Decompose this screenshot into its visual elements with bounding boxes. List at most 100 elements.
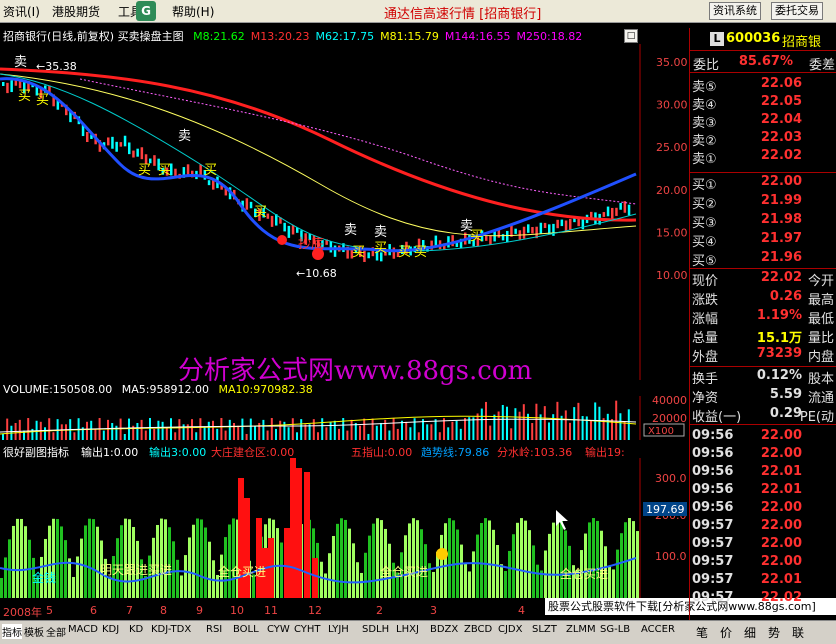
volume-bar	[329, 421, 332, 440]
candle	[548, 224, 551, 234]
volume-bar	[195, 432, 198, 440]
buy-signal: 买	[18, 89, 31, 104]
indicator-tab[interactable]: SG-LB	[600, 624, 630, 635]
quote-stat-row: 外盘 73239 内盘	[692, 346, 834, 365]
ask-row: 卖③ 22.04	[692, 112, 802, 131]
indicator-tab[interactable]: 全部	[46, 624, 66, 639]
ask-row: 卖④ 22.05	[692, 94, 802, 113]
volume-bar	[191, 419, 193, 440]
volume-bar	[52, 432, 55, 440]
bid-row: 买⑤ 21.96	[692, 250, 802, 269]
indicator-bar	[520, 518, 523, 598]
panel-tab[interactable]: 笔	[696, 624, 708, 641]
indicator-tab[interactable]: ACCER	[641, 624, 675, 635]
date-label: 11	[264, 604, 278, 617]
indicator-bar	[384, 528, 387, 598]
info-system-button[interactable]: 资讯系统	[709, 2, 761, 20]
date-label: 4	[518, 604, 525, 617]
ma-value: M144:16.55	[444, 30, 511, 43]
price-axis-label: 30.00	[656, 99, 687, 112]
indicator-tab[interactable]: ZBCD	[464, 624, 492, 635]
date-label: 5	[46, 604, 53, 617]
candle	[333, 245, 337, 257]
buy-signal: 买	[470, 229, 483, 244]
indicator-bar	[432, 571, 435, 598]
quote-stat-row: 总量 15.1万 量比	[692, 331, 834, 346]
volume-bar	[619, 413, 622, 440]
indicator-tab[interactable]: KDJ	[102, 624, 119, 635]
indicator-bar	[84, 525, 87, 598]
indicator-tab[interactable]: SLZT	[532, 624, 557, 635]
menu-item-info[interactable]: 资讯(I)	[3, 3, 40, 20]
trade-button[interactable]: 委托交易	[771, 2, 823, 20]
bid-row: 买① 22.00	[692, 174, 802, 193]
indicator-tab[interactable]: KDJ-TDX	[151, 624, 191, 635]
candle	[119, 142, 123, 147]
panel-tab[interactable]: 势	[768, 624, 780, 641]
volume-bar	[384, 419, 387, 440]
volume-bar	[459, 428, 462, 440]
volume-bar	[233, 423, 235, 440]
indicator-tab[interactable]: MACD	[68, 624, 98, 635]
indicator-tab[interactable]: ZLMM	[566, 624, 596, 635]
money-bag-icon	[436, 548, 448, 560]
price-axis: 35.00 30.00 25.00 20.00 15.00 10.00	[656, 56, 687, 282]
volume-bar	[44, 427, 46, 440]
panel-tab[interactable]: 联	[792, 624, 804, 641]
volume-bar	[199, 418, 202, 440]
volume-bar	[396, 428, 399, 440]
indicator-tab[interactable]: CJDX	[498, 624, 522, 635]
quote-stat-row: 换手 0.12% 股本	[692, 368, 834, 387]
indicator-tab[interactable]: 指标	[2, 624, 22, 639]
candle	[611, 207, 614, 220]
accumulation-bar	[238, 478, 244, 598]
separator	[689, 172, 836, 173]
panel-tab[interactable]: 细	[744, 624, 756, 641]
ask-row: 卖⑤ 22.06	[692, 76, 802, 95]
indicator-label: 全仓买进	[380, 564, 428, 579]
menu-item-hk-futures[interactable]: 港股期货	[52, 3, 100, 20]
volume-bar	[107, 419, 109, 440]
volume-bar	[249, 418, 252, 440]
volume-bar	[317, 432, 319, 440]
volume-bar	[111, 423, 114, 440]
indicator-tab[interactable]: LHXJ	[396, 624, 419, 635]
indicator-bar	[448, 518, 451, 598]
buy-signal: 买	[138, 163, 151, 178]
indicator-chart[interactable]: 明天跟进买进 全仓买进 全仓买进 全仓买进 金钱 300.0 200.0 197…	[0, 458, 687, 598]
accumulation-bar	[244, 498, 250, 598]
price-chart[interactable]: ←35.38 ←10.68 卖 卖 卖 卖 卖 买 买 买 买 买 买 买 买 …	[0, 44, 687, 380]
order-ratio-row: 委比 85.67% 委差	[693, 54, 835, 73]
price-axis-label: 20.00	[656, 184, 687, 197]
candle	[283, 222, 286, 232]
level-badge-icon: L	[710, 32, 724, 46]
indicator-bar	[512, 534, 515, 598]
ma-value: M62:17.75	[315, 30, 375, 43]
indicator-tab[interactable]: 模板	[24, 624, 44, 639]
indicator-tab[interactable]: LYJH	[328, 624, 349, 635]
indicator-tab[interactable]: BOLL	[233, 624, 259, 635]
indicator-tab[interactable]: KD	[129, 624, 143, 635]
indicator-bar	[56, 519, 59, 598]
indicator-bar	[348, 528, 351, 598]
chart-close-icon[interactable]: □	[624, 29, 638, 43]
indicator-tab[interactable]: CYW	[267, 624, 290, 635]
ma-value: M8:21.62	[193, 30, 245, 43]
indicator-tab[interactable]: CYHT	[294, 624, 321, 635]
volume-bar	[451, 421, 454, 440]
volume-bar	[291, 418, 294, 440]
stock-code: 600036	[726, 31, 781, 46]
indicator-tab[interactable]: RSI	[206, 624, 222, 635]
volume-bar	[325, 427, 328, 440]
volume-bar	[417, 432, 420, 440]
panel-tab[interactable]: 价	[720, 624, 732, 641]
indicator-tab[interactable]: BDZX	[430, 624, 458, 635]
date-label: 2	[376, 604, 383, 617]
indicator-tab[interactable]: SDLH	[362, 624, 389, 635]
volume-chart[interactable]: 40000 20000 X100	[0, 396, 687, 440]
volume-bar	[371, 418, 374, 440]
low-price-label: ←10.68	[296, 267, 337, 280]
menu-item-help[interactable]: 帮助(H)	[172, 3, 214, 20]
volume-bar	[216, 428, 219, 440]
candle	[111, 136, 114, 149]
